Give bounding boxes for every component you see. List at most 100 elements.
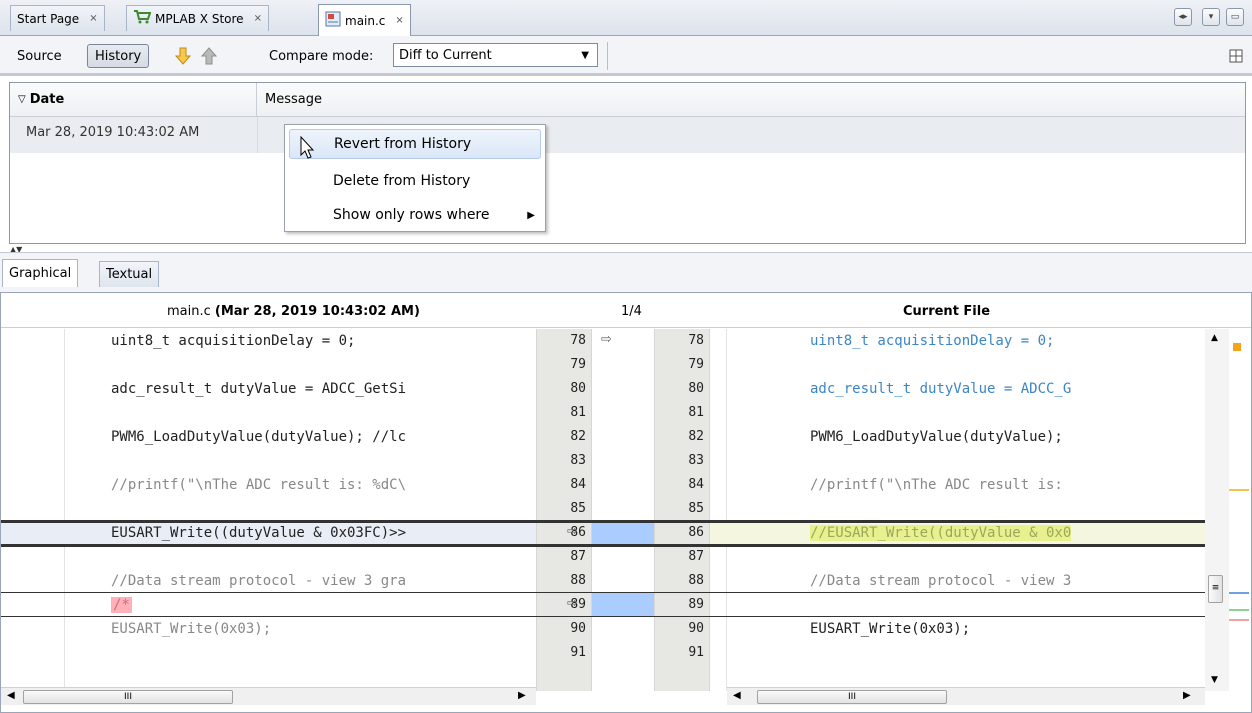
table-row[interactable]: Mar 28, 2019 10:43:02 AM <box>10 117 1245 153</box>
tab-label: Start Page <box>17 11 80 26</box>
deleted-text: /* <box>111 597 132 613</box>
left-line-number: 81 <box>570 405 586 420</box>
tab-textual[interactable]: Textual <box>99 261 160 287</box>
right-horizontal-scrollbar[interactable]: ◀ III ▶ <box>727 687 1205 705</box>
editor-tab-strip: Start Page ⨯ MPLAB X Store ⨯ main.c ⨯ ◂▸… <box>0 0 1252 36</box>
left-horizontal-scrollbar[interactable]: ◀ III ▶ <box>1 687 536 705</box>
header-divider <box>1 327 1251 328</box>
change-block <box>592 593 654 617</box>
scroll-right-icon[interactable]: ▶ <box>1183 690 1191 701</box>
left-line-number: 90 <box>570 621 586 636</box>
left-line-number: 79 <box>570 357 586 372</box>
left-line-number: 89 <box>570 597 586 612</box>
right-line-number: 87 <box>688 549 704 564</box>
left-line-number: 82 <box>570 429 586 444</box>
right-code-line: EUSART_Write(0x03); <box>810 621 971 637</box>
left-line-number: 86 <box>570 525 586 540</box>
left-code-line <box>1 497 536 521</box>
menu-item-revert[interactable]: Revert from History <box>289 129 541 159</box>
right-code-line: uint8_t acquisitionDelay = 0; <box>810 333 1055 349</box>
source-button[interactable]: Source <box>10 44 69 68</box>
close-icon[interactable]: ⨯ <box>89 13 97 24</box>
c-file-icon <box>325 11 341 30</box>
scroll-right-icon[interactable]: ▶ <box>518 690 526 701</box>
right-line-number: 78 <box>688 333 704 348</box>
overview-marker <box>1229 592 1249 594</box>
replace-arrow-icon[interactable]: ⇨ <box>567 524 578 539</box>
close-icon[interactable]: ⨯ <box>395 15 403 26</box>
menu-item-show-only-rows[interactable]: Show only rows where ▶ <box>289 200 541 230</box>
diff-view-tabs: Graphical Textual <box>0 252 1252 292</box>
replace-arrow-icon[interactable]: ⇨ <box>567 596 578 611</box>
toolbar-separator <box>607 42 608 70</box>
tab-main-c[interactable]: main.c ⨯ <box>318 4 411 36</box>
right-pane-header: Current File <box>903 303 991 319</box>
column-header-date[interactable]: ▽ Date <box>10 83 257 117</box>
tab-mplab-store[interactable]: MPLAB X Store ⨯ <box>126 5 269 31</box>
tab-graphical[interactable]: Graphical <box>2 259 79 287</box>
column-divider <box>257 117 258 153</box>
left-line-number: 84 <box>570 477 586 492</box>
scroll-left-icon[interactable]: ◀ <box>7 690 15 701</box>
left-code-line: EUSART_Write(0x03); <box>111 621 272 637</box>
right-line-number: 85 <box>688 501 704 516</box>
left-line-number: 88 <box>570 573 586 588</box>
compare-mode-value: Diff to Current <box>399 47 492 63</box>
diff-overview-ruler <box>1229 329 1251 691</box>
split-view-icon[interactable] <box>1222 44 1250 68</box>
right-line-number: 80 <box>688 381 704 396</box>
added-text: //EUSART_Write((dutyValue & 0x0 <box>810 525 1072 541</box>
context-menu: Revert from History Delete from History … <box>284 124 546 232</box>
maximize-icon[interactable]: ▭ <box>1226 8 1244 26</box>
tab-label: MPLAB X Store <box>155 11 244 26</box>
menu-item-label: Show only rows where <box>333 207 490 223</box>
left-line-number: 87 <box>570 549 586 564</box>
left-code-line <box>1 545 536 569</box>
tab-list-dropdown-icon[interactable]: ▾ <box>1202 8 1220 26</box>
diff-counter: 1/4 <box>621 303 642 319</box>
overview-marker <box>1229 609 1249 611</box>
compare-mode-label: Compare mode: <box>269 48 374 64</box>
right-code-line <box>710 353 1205 377</box>
scroll-down-icon[interactable]: ▼ <box>1211 675 1218 685</box>
scroll-left-icon[interactable]: ◀ <box>733 690 741 701</box>
vertical-scrollbar[interactable]: ▲ ≡ ▼ <box>1205 329 1229 691</box>
left-header-date: (Mar 28, 2019 10:43:02 AM) <box>214 303 420 319</box>
close-icon[interactable]: ⨯ <box>254 13 262 24</box>
right-code-line <box>710 449 1205 473</box>
scroll-up-icon[interactable]: ▲ <box>1211 333 1218 343</box>
left-code-line: //Data stream protocol - view 3 gra <box>111 573 407 589</box>
left-header-file: main.c <box>167 303 211 319</box>
left-line-number: 80 <box>570 381 586 396</box>
left-code-line <box>1 353 536 377</box>
tab-start-page[interactable]: Start Page ⨯ <box>10 5 105 31</box>
history-button[interactable]: History <box>87 44 150 68</box>
right-line-number: 79 <box>688 357 704 372</box>
replace-arrow-icon[interactable]: ⇨ <box>601 332 612 347</box>
scroll-thumb[interactable]: III <box>23 690 233 704</box>
menu-item-delete[interactable]: Delete from History <box>289 166 541 196</box>
scroll-thumb[interactable]: ≡ <box>1208 575 1223 603</box>
left-code-line: PWM6_LoadDutyValue(dutyValue); //lc <box>111 429 407 445</box>
left-code-line: adc_result_t dutyValue = ADCC_GetSi <box>111 381 407 397</box>
right-code-line: adc_result_t dutyValue = ADCC_G <box>810 381 1072 397</box>
right-line-number: 86 <box>688 525 704 540</box>
column-header-message[interactable]: Message <box>257 83 1245 117</box>
mouse-cursor-icon <box>300 135 316 163</box>
left-line-number: 85 <box>570 501 586 516</box>
scroll-thumb[interactable]: III <box>757 690 947 704</box>
right-line-number: 81 <box>688 405 704 420</box>
right-line-number: 82 <box>688 429 704 444</box>
left-line-number: 78 <box>570 333 586 348</box>
right-line-number: 91 <box>688 645 704 660</box>
right-code-pane[interactable]: uint8_t acquisitionDelay = 0; adc_result_… <box>710 329 1205 691</box>
scroll-tabs-icon[interactable]: ◂▸ <box>1174 8 1192 26</box>
left-code-line: uint8_t acquisitionDelay = 0; <box>111 333 356 349</box>
column-header-label: Date <box>29 92 65 107</box>
right-code-line <box>710 593 1205 617</box>
compare-mode-select[interactable]: Diff to Current ▼ <box>393 43 598 67</box>
right-code-line <box>710 641 1205 665</box>
left-code-pane[interactable]: uint8_t acquisitionDelay = 0; adc_result_… <box>1 329 536 691</box>
previous-difference-icon[interactable] <box>192 44 226 68</box>
column-header-label: Message <box>265 92 322 107</box>
